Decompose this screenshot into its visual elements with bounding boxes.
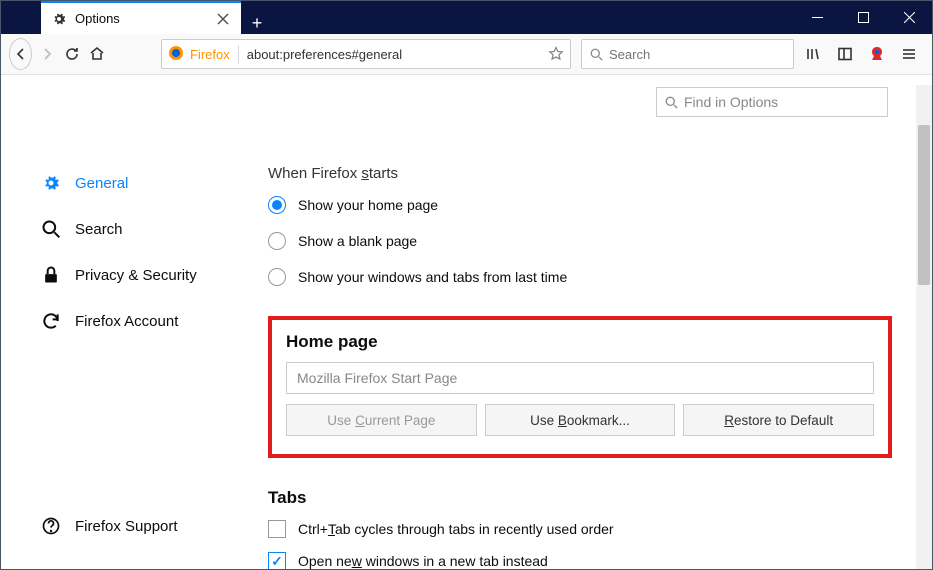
content-area: General Search Privacy & Security Firefo… xyxy=(1,75,932,569)
search-icon xyxy=(590,48,603,61)
sidebar-item-general[interactable]: General xyxy=(41,160,256,206)
firefox-icon xyxy=(168,45,184,64)
homepage-heading: Home page xyxy=(286,332,874,352)
radio-show-blank[interactable]: Show a blank page xyxy=(268,232,892,250)
homepage-section-highlight: Home page Use Current Page Use Bookmark.… xyxy=(268,316,892,458)
sidebar-button[interactable] xyxy=(830,39,860,69)
tab-options[interactable]: Options xyxy=(41,1,241,34)
new-tab-button[interactable]: + xyxy=(241,13,273,34)
extension-button[interactable] xyxy=(862,39,892,69)
sync-icon xyxy=(41,311,61,331)
tab-label: Options xyxy=(75,11,207,26)
search-icon xyxy=(41,219,61,239)
radio-show-homepage[interactable]: Show your home page xyxy=(268,196,892,214)
close-icon[interactable] xyxy=(215,11,231,27)
check-ctrl-tab[interactable]: Ctrl+Tab cycles through tabs in recently… xyxy=(268,520,892,538)
bookmark-star-icon[interactable] xyxy=(548,46,564,62)
url-bar[interactable]: Firefox about:preferences#general xyxy=(161,39,571,69)
minimize-button[interactable] xyxy=(794,1,840,34)
search-bar[interactable] xyxy=(581,39,794,69)
back-button[interactable] xyxy=(9,38,32,70)
reload-button[interactable] xyxy=(61,39,82,69)
search-icon xyxy=(665,96,678,109)
sidebar-label: Firefox Account xyxy=(75,313,178,330)
homepage-buttons: Use Current Page Use Bookmark... Restore… xyxy=(286,404,874,436)
scrollbar[interactable] xyxy=(916,85,932,569)
menu-button[interactable] xyxy=(894,39,924,69)
find-placeholder: Find in Options xyxy=(684,94,778,110)
find-in-options[interactable]: Find in Options xyxy=(656,87,888,117)
scrollbar-thumb[interactable] xyxy=(918,125,930,285)
use-bookmark-button[interactable]: Use Bookmark... xyxy=(485,404,676,436)
identity-box[interactable]: Firefox xyxy=(168,45,239,64)
check-new-window-tab[interactable]: Open new windows in a new tab instead xyxy=(268,552,892,569)
startup-heading: When Firefox starts xyxy=(268,165,892,182)
sidebar-item-privacy[interactable]: Privacy & Security xyxy=(41,252,256,298)
homepage-input[interactable] xyxy=(286,362,874,394)
titlebar: Options + xyxy=(1,1,932,34)
navigation-toolbar: Firefox about:preferences#general xyxy=(1,34,932,75)
window-controls xyxy=(794,1,932,34)
checkbox-icon xyxy=(268,520,286,538)
tabs-heading: Tabs xyxy=(268,488,892,508)
preferences-sidebar: General Search Privacy & Security Firefo… xyxy=(1,75,256,569)
startup-radio-group: Show your home page Show a blank page Sh… xyxy=(268,196,892,286)
sidebar-item-account[interactable]: Firefox Account xyxy=(41,298,256,344)
toolbar-right xyxy=(798,39,924,69)
search-input[interactable] xyxy=(609,47,785,62)
preferences-main: Find in Options When Firefox starts Show… xyxy=(256,75,932,569)
browser-window: Options + xyxy=(0,0,933,570)
gear-icon xyxy=(51,11,67,27)
sidebar-item-support[interactable]: Firefox Support xyxy=(41,503,256,549)
library-button[interactable] xyxy=(798,39,828,69)
sidebar-label: Search xyxy=(75,221,123,238)
checkbox-icon xyxy=(268,552,286,569)
help-icon xyxy=(41,516,61,536)
lock-icon xyxy=(41,265,61,285)
sidebar-item-search[interactable]: Search xyxy=(41,206,256,252)
restore-default-button[interactable]: Restore to Default xyxy=(683,404,874,436)
gear-icon xyxy=(41,173,61,193)
use-current-page-button[interactable]: Use Current Page xyxy=(286,404,477,436)
tab-strip: Options + xyxy=(1,1,273,34)
sidebar-label: General xyxy=(75,175,128,192)
url-text: about:preferences#general xyxy=(247,47,548,62)
forward-button[interactable] xyxy=(36,39,57,69)
sidebar-label: Firefox Support xyxy=(75,518,178,535)
close-button[interactable] xyxy=(886,1,932,34)
sidebar-label: Privacy & Security xyxy=(75,267,197,284)
identity-label: Firefox xyxy=(190,47,230,62)
maximize-button[interactable] xyxy=(840,1,886,34)
radio-show-last-session[interactable]: Show your windows and tabs from last tim… xyxy=(268,268,892,286)
home-button[interactable] xyxy=(86,39,107,69)
